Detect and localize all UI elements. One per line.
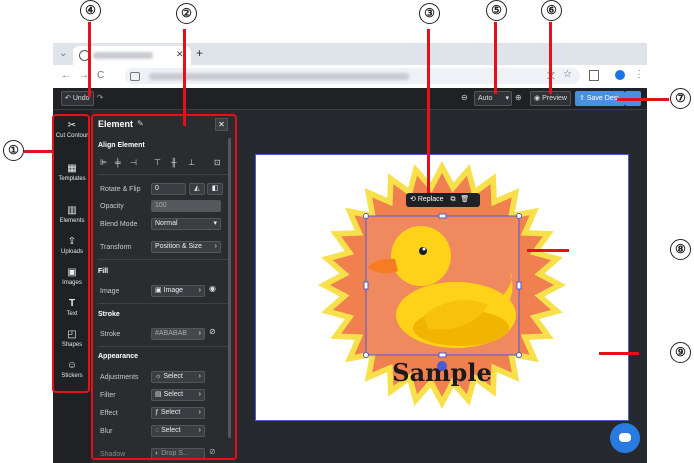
annotation-marker-8: ⑧ xyxy=(670,239,691,260)
annotation-marker-2: ② xyxy=(176,3,197,24)
annotation-marker-6: ⑥ xyxy=(541,0,562,21)
chat-support-button[interactable] xyxy=(610,423,640,453)
canvas-workspace: Sample ⟲ Replace ⧉ 🗑 xyxy=(235,110,647,463)
annotation-line-3 xyxy=(427,29,430,193)
tab-bar: ⌄ ✕ + xyxy=(53,43,647,65)
design-page[interactable]: Sample ⟲ Replace ⧉ 🗑 xyxy=(255,154,629,421)
tab-list-icon[interactable]: ⌄ xyxy=(59,47,67,61)
address-bar: ← → C 文 ☆ ⋮ xyxy=(53,65,647,89)
browser-menu-icon[interactable]: ⋮ xyxy=(634,68,644,82)
annotation-marker-5: ⑤ xyxy=(486,0,507,21)
annotation-marker-9: ⑨ xyxy=(670,342,691,363)
annotation-line-9 xyxy=(599,352,639,355)
extensions-icon[interactable] xyxy=(589,70,599,81)
url-input[interactable]: 文 ☆ xyxy=(125,68,580,84)
bookmark-star-icon[interactable]: ☆ xyxy=(563,69,572,80)
annotation-line-4 xyxy=(88,22,91,97)
zoom-value: Auto xyxy=(478,95,493,102)
zoom-in-icon[interactable]: ⊕ xyxy=(515,92,525,103)
reload-icon[interactable]: C xyxy=(97,69,104,83)
replace-icon: ⟲ xyxy=(410,196,416,203)
tab-title-blurred xyxy=(93,52,153,59)
annotation-line-5 xyxy=(494,22,497,94)
annotation-line-2 xyxy=(183,29,186,126)
chat-bubble-icon xyxy=(619,433,631,442)
trash-icon[interactable]: 🗑 xyxy=(460,196,469,203)
zoom-select[interactable]: Auto ▾ xyxy=(474,91,512,106)
zoom-out-icon[interactable]: ⊖ xyxy=(461,92,471,103)
redo-button[interactable]: ↷ xyxy=(94,91,106,104)
annotation-marker-1: ① xyxy=(3,140,24,161)
duplicate-icon[interactable]: ⧉ xyxy=(450,196,455,203)
undo-icon: ↶ xyxy=(65,95,71,102)
annotation-marker-3: ③ xyxy=(419,3,440,24)
annotation-line-1 xyxy=(24,150,53,153)
eye-icon: ◉ xyxy=(534,95,541,102)
rotate-handle-icon xyxy=(437,361,447,371)
chevron-down-icon: ▾ xyxy=(505,95,509,102)
upload-icon: ⇪ xyxy=(579,95,585,102)
annotation-line-8 xyxy=(527,249,569,252)
annotation-box-sidebar xyxy=(52,114,90,393)
element-context-toolbar: ⟲ Replace ⧉ 🗑 xyxy=(406,193,480,207)
url-blurred xyxy=(149,73,409,80)
replace-button[interactable]: Replace xyxy=(418,196,444,203)
annotation-line-7 xyxy=(617,98,669,101)
save-label: Save Desi xyxy=(586,95,619,102)
back-icon[interactable]: ← xyxy=(61,69,71,83)
site-info-icon[interactable] xyxy=(130,72,140,81)
annotation-marker-4: ④ xyxy=(80,0,101,21)
preview-label: Preview xyxy=(542,95,567,102)
annotation-marker-7: ⑦ xyxy=(670,88,691,109)
annotation-line-6 xyxy=(549,22,552,94)
annotation-box-panel xyxy=(91,114,237,460)
profile-avatar[interactable] xyxy=(615,70,625,80)
new-tab-button[interactable]: + xyxy=(196,46,203,60)
app-toolbar: ↶ Undo ↷ ⊖ Auto ▾ ⊕ ◉ Preview ⇪ Save Des… xyxy=(53,88,647,110)
